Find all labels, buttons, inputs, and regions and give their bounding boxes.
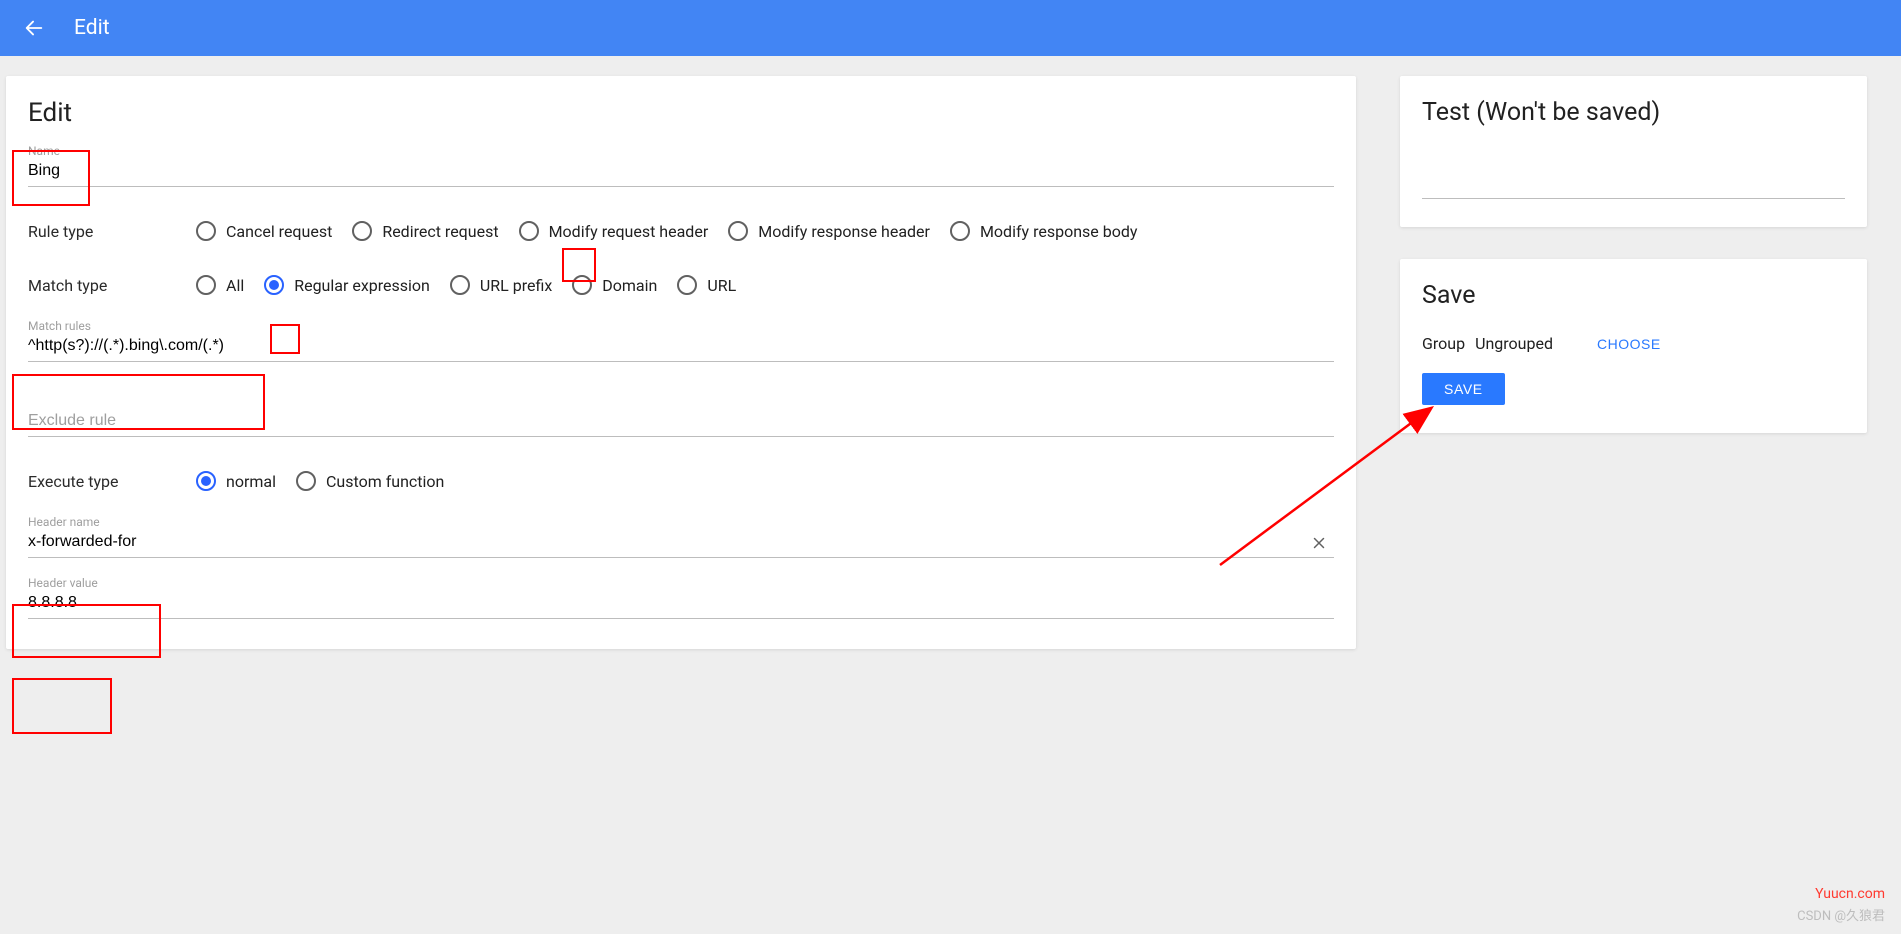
test-title: Test (Won't be saved): [1422, 98, 1845, 127]
radio-icon: [196, 221, 216, 241]
watermark-csdn: CSDN @久狼君: [1797, 905, 1885, 924]
radio-match-domain[interactable]: Domain: [572, 275, 657, 295]
test-card: Test (Won't be saved): [1400, 76, 1867, 227]
match-rules-input[interactable]: [28, 323, 1334, 362]
match-rules-label: Match rules: [28, 319, 91, 333]
header-value-input[interactable]: [28, 580, 1334, 619]
edit-card: Edit Name Rule type Cancel request Redir…: [6, 76, 1356, 649]
radio-modify-response-header[interactable]: Modify response header: [728, 221, 930, 241]
exclude-rule-field: [28, 398, 1334, 437]
name-label: Name: [28, 144, 60, 158]
radio-icon: [572, 275, 592, 295]
radio-match-all[interactable]: All: [196, 275, 244, 295]
topbar-title: Edit: [74, 16, 110, 40]
watermark-yuucn: Yuucn.com: [1815, 886, 1885, 902]
radio-icon: [196, 471, 216, 491]
header-name-field: Header name: [28, 519, 1334, 558]
save-card: Save Group Ungrouped CHOOSE SAVE: [1400, 259, 1867, 433]
name-input[interactable]: [28, 148, 1334, 187]
exclude-rule-input[interactable]: [28, 398, 1334, 437]
save-title: Save: [1422, 281, 1845, 310]
radio-modify-response-body[interactable]: Modify response body: [950, 221, 1137, 241]
group-value: Ungrouped: [1475, 334, 1553, 353]
annotation-box: [12, 678, 112, 734]
match-rules-field: Match rules: [28, 323, 1334, 362]
header-value-field: Header value: [28, 580, 1334, 619]
radio-icon: [677, 275, 697, 295]
header-value-label: Header value: [28, 576, 98, 590]
radio-match-url[interactable]: URL: [677, 275, 736, 295]
radio-execute-normal[interactable]: normal: [196, 471, 276, 491]
radio-redirect-request[interactable]: Redirect request: [352, 221, 498, 241]
execute-type-label: Execute type: [28, 472, 196, 491]
radio-icon: [950, 221, 970, 241]
test-input-line[interactable]: [1422, 169, 1845, 199]
radio-match-url-prefix[interactable]: URL prefix: [450, 275, 552, 295]
radio-modify-request-header[interactable]: Modify request header: [519, 221, 709, 241]
header-name-label: Header name: [28, 515, 100, 529]
clear-header-name-icon[interactable]: [1310, 533, 1328, 557]
radio-cancel-request[interactable]: Cancel request: [196, 221, 332, 241]
radio-icon: [296, 471, 316, 491]
group-label: Group: [1422, 334, 1465, 353]
radio-execute-custom[interactable]: Custom function: [296, 471, 444, 491]
header-name-input[interactable]: [28, 519, 1334, 558]
radio-icon: [450, 275, 470, 295]
radio-match-regex[interactable]: Regular expression: [264, 275, 430, 295]
radio-icon: [196, 275, 216, 295]
radio-icon: [728, 221, 748, 241]
choose-button[interactable]: CHOOSE: [1597, 336, 1661, 352]
radio-icon: [264, 275, 284, 295]
name-field-wrap: Name: [28, 148, 1334, 187]
rule-type-label: Rule type: [28, 222, 196, 241]
radio-icon: [519, 221, 539, 241]
save-button[interactable]: SAVE: [1422, 373, 1505, 405]
match-type-label: Match type: [28, 276, 196, 295]
page-title: Edit: [28, 98, 1334, 128]
radio-icon: [352, 221, 372, 241]
back-arrow-icon[interactable]: [22, 16, 46, 40]
